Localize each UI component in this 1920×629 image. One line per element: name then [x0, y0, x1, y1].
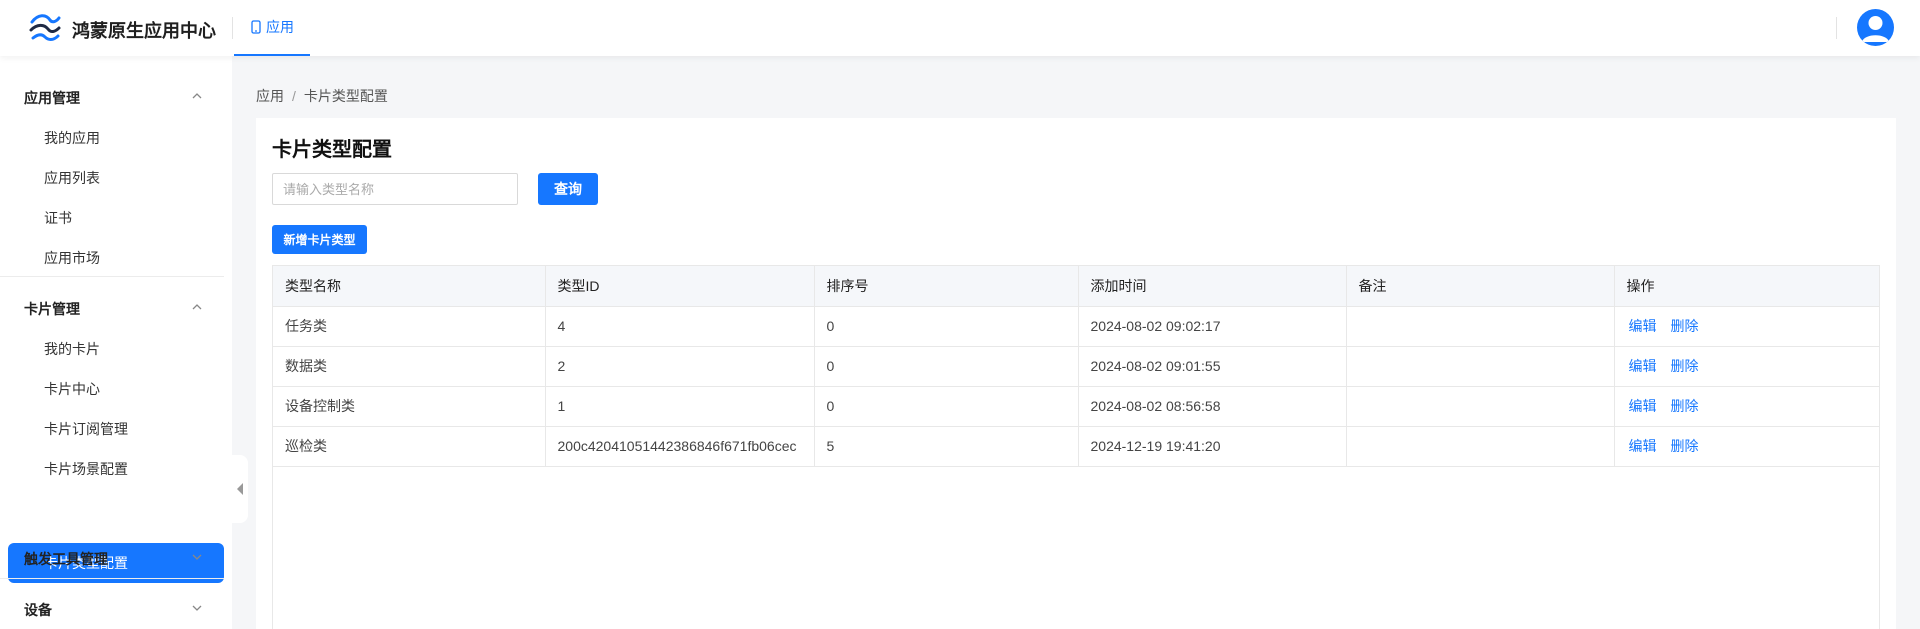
header-divider: [232, 17, 233, 39]
edit-link[interactable]: 编辑: [1629, 438, 1657, 454]
app-title: 鸿蒙原生应用中心: [72, 21, 216, 41]
column-header-added-time: 添加时间: [1078, 266, 1347, 307]
breadcrumb-root[interactable]: 应用: [256, 88, 284, 104]
cell-remark: [1346, 386, 1615, 427]
cell-added-time: 2024-08-02 09:02:17: [1078, 306, 1347, 347]
column-header-actions: 操作: [1614, 266, 1879, 307]
cell-order: 0: [814, 386, 1079, 427]
cell-order: 5: [814, 426, 1079, 467]
header-divider-right: [1836, 17, 1837, 39]
cell-type-id: 1: [545, 386, 815, 427]
sidebar-item-my-cards[interactable]: 我的卡片: [44, 339, 100, 359]
sidebar-divider: [0, 276, 224, 277]
sidebar-item-certificates[interactable]: 证书: [44, 208, 72, 228]
sidebar: 应用管理 我的应用 应用列表 证书 应用市场 卡片管理 我的卡片 卡片中心 卡片…: [0, 56, 232, 629]
sidebar-group-devices[interactable]: 设备: [24, 600, 52, 620]
type-name-search-input[interactable]: [272, 173, 518, 205]
sidebar-group-card-management[interactable]: 卡片管理: [24, 299, 80, 319]
chevron-down-icon[interactable]: [190, 550, 204, 564]
sidebar-item-card-scene-config[interactable]: 卡片场景配置: [44, 459, 128, 479]
chevron-down-icon[interactable]: [190, 601, 204, 615]
edit-link[interactable]: 编辑: [1629, 318, 1657, 334]
cell-type-name: 巡检类: [273, 426, 546, 467]
nav-tab-label: 应用: [266, 19, 294, 35]
cell-remark: [1346, 306, 1615, 347]
cell-actions: 编辑 删除: [1614, 306, 1879, 347]
chevron-up-icon[interactable]: [190, 89, 204, 103]
page-title: 卡片类型配置: [272, 139, 392, 161]
cell-type-name: 设备控制类: [273, 386, 546, 427]
delete-link[interactable]: 删除: [1671, 358, 1699, 374]
cell-type-name: 数据类: [273, 346, 546, 387]
cell-type-id: 2: [545, 346, 815, 387]
cell-actions: 编辑 删除: [1614, 386, 1879, 427]
sidebar-group-trigger-tools[interactable]: 触发工具管理: [24, 549, 108, 569]
add-card-type-button[interactable]: 新增卡片类型: [272, 225, 367, 254]
table-row: 任务类 4 0 2024-08-02 09:02:17 编辑 删除: [273, 306, 1879, 347]
sidebar-group-app-management[interactable]: 应用管理: [24, 88, 80, 108]
cell-remark: [1346, 346, 1615, 387]
table-row: 数据类 2 0 2024-08-02 09:01:55 编辑 删除: [273, 346, 1879, 387]
cell-actions: 编辑 删除: [1614, 346, 1879, 387]
delete-link[interactable]: 删除: [1671, 398, 1699, 414]
breadcrumb-current: 卡片类型配置: [303, 88, 388, 104]
column-header-order: 排序号: [814, 266, 1079, 307]
cell-remark: [1346, 426, 1615, 467]
cell-type-id: 200c42041051442386846f671fb06cec: [545, 426, 815, 467]
breadcrumb-separator: /: [292, 88, 296, 104]
cell-order: 0: [814, 306, 1079, 347]
nav-tab-apps[interactable]: 应用: [234, 0, 310, 56]
column-header-type-id: 类型ID: [545, 266, 815, 307]
cell-added-time: 2024-08-02 08:56:58: [1078, 386, 1347, 427]
sidebar-divider: [0, 578, 224, 579]
cell-added-time: 2024-12-19 19:41:20: [1078, 426, 1347, 467]
query-button[interactable]: 查询: [538, 173, 598, 205]
cell-type-name: 任务类: [273, 306, 546, 347]
column-header-remark: 备注: [1346, 266, 1615, 307]
cell-type-id: 4: [545, 306, 815, 347]
phone-icon: [251, 20, 261, 34]
sidebar-item-app-list[interactable]: 应用列表: [44, 168, 100, 188]
cell-added-time: 2024-08-02 09:01:55: [1078, 346, 1347, 387]
table-header-row: 类型名称 类型ID 排序号 添加时间 备注 操作: [273, 266, 1879, 307]
cell-actions: 编辑 删除: [1614, 426, 1879, 467]
breadcrumb: 应用 / 卡片类型配置: [256, 86, 388, 106]
delete-link[interactable]: 删除: [1671, 438, 1699, 454]
top-header: 鸿蒙原生应用中心 应用: [0, 0, 1920, 56]
user-avatar-icon[interactable]: [1857, 9, 1894, 46]
sidebar-item-card-subscription[interactable]: 卡片订阅管理: [44, 419, 128, 439]
table-row: 巡检类 200c42041051442386846f671fb06cec 5 2…: [273, 426, 1879, 467]
sidebar-item-card-center[interactable]: 卡片中心: [44, 379, 100, 399]
column-header-type-name: 类型名称: [273, 266, 546, 307]
logo-icon[interactable]: [28, 12, 62, 44]
edit-link[interactable]: 编辑: [1629, 398, 1657, 414]
delete-link[interactable]: 删除: [1671, 318, 1699, 334]
edit-link[interactable]: 编辑: [1629, 358, 1657, 374]
sidebar-item-my-apps[interactable]: 我的应用: [44, 128, 100, 148]
caret-left-icon: [237, 483, 243, 495]
sidebar-collapse-button[interactable]: [232, 455, 248, 523]
chevron-up-icon[interactable]: [190, 300, 204, 314]
table-row: 设备控制类 1 0 2024-08-02 08:56:58 编辑 删除: [273, 386, 1879, 427]
sidebar-item-app-market[interactable]: 应用市场: [44, 248, 100, 268]
cell-order: 0: [814, 346, 1079, 387]
card-type-table: 类型名称 类型ID 排序号 添加时间 备注 操作 任务类 4 0 2024-08…: [272, 265, 1880, 629]
